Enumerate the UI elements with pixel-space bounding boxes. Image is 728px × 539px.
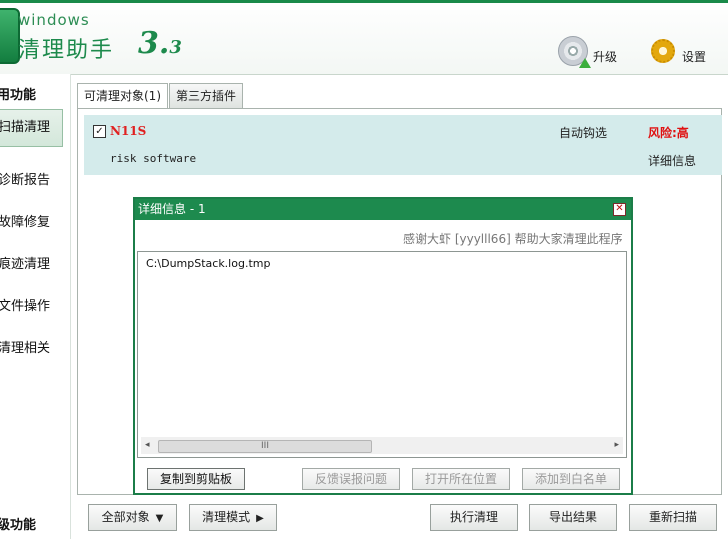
- sidebar-item-label: 故障修复: [0, 215, 51, 230]
- scroll-left-icon[interactable]: ◂: [145, 440, 150, 450]
- sidebar-item-scan-clean[interactable]: 扫描清理: [0, 109, 63, 147]
- all-objects-dropdown[interactable]: 全部对象 ▼: [88, 504, 177, 531]
- app-title: 清理助手: [18, 38, 115, 63]
- version-sub: 3: [169, 37, 182, 58]
- scrollbar-thumb[interactable]: III: [158, 440, 372, 453]
- execute-clean-button[interactable]: 执行清理: [430, 504, 518, 531]
- sidebar-item-clean-related[interactable]: 清理相关: [0, 331, 62, 367]
- result-checkbox[interactable]: ✓: [93, 125, 106, 138]
- sidebar-item-label: 痕迹清理: [0, 257, 51, 272]
- sidebar-item-files[interactable]: 文件操作: [0, 289, 62, 325]
- result-description: risk software: [110, 152, 197, 165]
- sidebar: 用功能 扫描清理 诊断报告 故障修复 痕迹清理 文件操作 清理相关 级功能: [0, 74, 71, 539]
- sidebar-item-traces[interactable]: 痕迹清理: [0, 247, 62, 283]
- sidebar-item-label: 诊断报告: [0, 173, 51, 188]
- dialog-titlebar[interactable]: 详细信息 - 1 ✕: [135, 199, 631, 220]
- app-header: windows 清理助手 3.3 升级 设置: [0, 0, 728, 75]
- app-logo-icon: [0, 8, 20, 64]
- sidebar-item-repair[interactable]: 故障修复: [0, 205, 62, 241]
- copy-to-clipboard-button[interactable]: 复制到剪贴板: [147, 468, 245, 490]
- scroll-right-icon[interactable]: ▸: [614, 440, 619, 450]
- result-row[interactable]: ✓ N11S risk software 自动钩选 风险:高 详细信息: [84, 115, 722, 175]
- sidebar-item-label: 扫描清理: [0, 120, 51, 135]
- rescan-button[interactable]: 重新扫描: [629, 504, 717, 531]
- tab-bar: 可清理对象(1) 第三方插件: [77, 83, 244, 110]
- risk-level: 风险:高: [648, 126, 689, 140]
- dialog-title: 详细信息 - 1: [138, 202, 206, 216]
- upgrade-label: 升级: [593, 49, 618, 64]
- export-results-button[interactable]: 导出结果: [529, 504, 617, 531]
- report-false-positive-button[interactable]: 反馈误报问题: [302, 468, 400, 490]
- sidebar-item-label: 清理相关: [0, 341, 51, 356]
- tab-cleanable-objects[interactable]: 可清理对象(1): [77, 83, 168, 110]
- chevron-down-icon: ▼: [155, 513, 164, 524]
- dialog-path-list[interactable]: C:\DumpStack.log.tmp ◂ III ▸: [137, 251, 627, 458]
- cd-upgrade-icon: [558, 36, 591, 68]
- upgrade-button[interactable]: 升级: [558, 34, 617, 68]
- result-name: N11S: [110, 124, 147, 138]
- sidebar-footer-title: 级功能: [0, 518, 37, 533]
- tab-third-party-plugins[interactable]: 第三方插件: [169, 83, 244, 108]
- file-path[interactable]: C:\DumpStack.log.tmp: [146, 257, 270, 270]
- open-location-button[interactable]: 打开所在位置: [412, 468, 510, 490]
- version-main: 3.: [138, 26, 170, 61]
- close-icon[interactable]: ✕: [613, 203, 626, 216]
- horizontal-scrollbar[interactable]: ◂ III ▸: [141, 437, 623, 454]
- clean-mode-menu[interactable]: 清理模式 ▶: [189, 504, 277, 531]
- sidebar-item-diagnosis[interactable]: 诊断报告: [0, 163, 62, 199]
- all-objects-label: 全部对象: [101, 510, 150, 524]
- clean-mode-label: 清理模式: [202, 510, 251, 524]
- add-to-whitelist-button[interactable]: 添加到白名单: [522, 468, 620, 490]
- sidebar-item-label: 文件操作: [0, 299, 51, 314]
- logo-small-text: windows: [18, 11, 90, 29]
- header-accent-line: [0, 0, 728, 3]
- dialog-thanks-text: 感谢大虾 [yyylll66] 帮助大家清理此程序: [403, 232, 623, 246]
- settings-label: 设置: [682, 49, 707, 64]
- gear-icon: [649, 37, 677, 65]
- app-version: 3.3: [138, 26, 182, 61]
- detail-link[interactable]: 详细信息: [648, 152, 696, 169]
- sidebar-section-title: 用功能: [0, 88, 37, 103]
- chevron-right-icon: ▶: [256, 513, 264, 524]
- settings-button[interactable]: 设置: [649, 34, 706, 68]
- auto-select-label: 自动钩选: [559, 126, 608, 140]
